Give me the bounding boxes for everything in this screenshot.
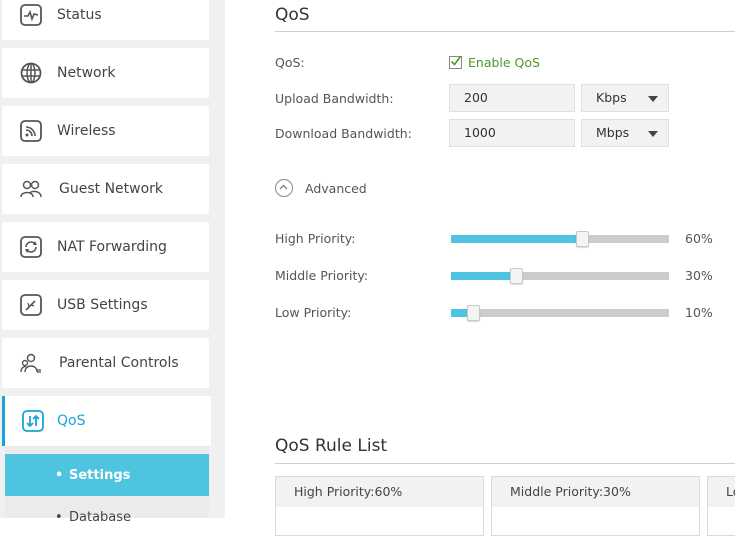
card-header: Low Priority:10% (708, 477, 735, 507)
middle-priority-label: Middle Priority: (275, 268, 369, 283)
download-bandwidth-input[interactable]: 1000 (449, 119, 575, 147)
middle-priority-slider[interactable] (451, 268, 669, 284)
sidebar-item-label: Parental Controls (59, 355, 179, 371)
upload-unit-value: Kbps (596, 90, 627, 105)
slider-thumb[interactable] (466, 305, 480, 321)
sidebar-item-label: Status (57, 7, 102, 23)
slider-thumb[interactable] (575, 231, 589, 247)
low-priority-card: Low Priority:10% (707, 476, 735, 536)
page-title: QoS (275, 5, 310, 25)
rule-list-divider (275, 463, 735, 464)
high-priority-label: High Priority: (275, 231, 356, 246)
slider-fill (451, 272, 517, 280)
sidebar-item-status[interactable]: Status (2, 0, 209, 40)
download-unit-value: Mbps (596, 125, 630, 140)
advanced-toggle[interactable]: Advanced (275, 179, 367, 197)
subitem-label: Database (69, 509, 132, 525)
subitem-settings[interactable]: • Settings (5, 454, 209, 496)
advanced-label: Advanced (305, 180, 367, 196)
middle-priority-card: Middle Priority:30% (491, 476, 700, 536)
middle-priority-value: 30% (685, 268, 713, 283)
low-priority-label: Low Priority: (275, 305, 352, 320)
sidebar-item-guest-network[interactable]: Guest Network (2, 164, 209, 214)
rule-list-title: QoS Rule List (275, 436, 388, 456)
upload-bandwidth-label: Upload Bandwidth: (275, 91, 394, 106)
sidebar-item-nat-forwarding[interactable]: NAT Forwarding (2, 222, 209, 272)
title-divider (275, 31, 735, 32)
wireless-icon (20, 120, 42, 142)
high-priority-value: 60% (685, 231, 713, 246)
status-icon (20, 4, 42, 26)
card-header: Middle Priority:30% (492, 477, 699, 507)
download-unit-select[interactable]: Mbps (581, 119, 669, 147)
sidebar: Status Network Wireless Guest Network NA… (0, 0, 225, 525)
upload-bandwidth-input[interactable]: 200 (449, 84, 575, 112)
sidebar-item-label: NAT Forwarding (57, 239, 167, 255)
slider-fill (451, 235, 582, 243)
sidebar-item-network[interactable]: Network (2, 48, 209, 98)
sidebar-item-label: Network (57, 65, 116, 81)
high-priority-slider[interactable] (451, 231, 669, 247)
sidebar-item-qos[interactable]: QoS (2, 396, 211, 446)
low-priority-value: 10% (685, 305, 713, 320)
sidebar-item-label: Guest Network (59, 181, 164, 197)
sidebar-item-wireless[interactable]: Wireless (2, 106, 209, 156)
upload-unit-select[interactable]: Kbps (581, 84, 669, 112)
qos-label: QoS: (275, 55, 305, 70)
guest-network-icon (20, 180, 42, 198)
sidebar-item-usb-settings[interactable]: USB Settings (2, 280, 209, 330)
bullet-icon: • (55, 467, 64, 483)
usb-icon (20, 294, 42, 316)
low-priority-slider[interactable] (451, 305, 669, 321)
enable-qos-checkbox[interactable]: Enable QoS (449, 55, 540, 70)
slider-thumb[interactable] (510, 268, 524, 284)
card-header: High Priority:60% (276, 477, 483, 507)
sidebar-item-label: USB Settings (57, 297, 148, 313)
bullet-icon: • (55, 509, 63, 525)
sidebar-item-parental-controls[interactable]: Parental Controls (2, 338, 209, 388)
sidebar-item-label: QoS (57, 413, 86, 429)
qos-icon (22, 410, 44, 432)
main-content: QoS QoS: Enable QoS Upload Bandwidth: 20… (225, 0, 735, 536)
nat-forwarding-icon (20, 236, 42, 258)
subitem-label: Settings (69, 467, 131, 483)
chevron-up-icon (275, 179, 293, 197)
checkbox-checked-icon (449, 56, 462, 69)
dropdown-arrow-icon (648, 131, 658, 137)
subitem-database[interactable]: • Database (5, 496, 209, 538)
high-priority-card: High Priority:60% (275, 476, 484, 536)
parental-controls-icon (20, 353, 41, 373)
globe-icon (20, 62, 42, 84)
enable-qos-label: Enable QoS (468, 55, 540, 70)
dropdown-arrow-icon (648, 96, 658, 102)
download-bandwidth-label: Download Bandwidth: (275, 126, 412, 141)
sidebar-item-label: Wireless (57, 123, 116, 139)
